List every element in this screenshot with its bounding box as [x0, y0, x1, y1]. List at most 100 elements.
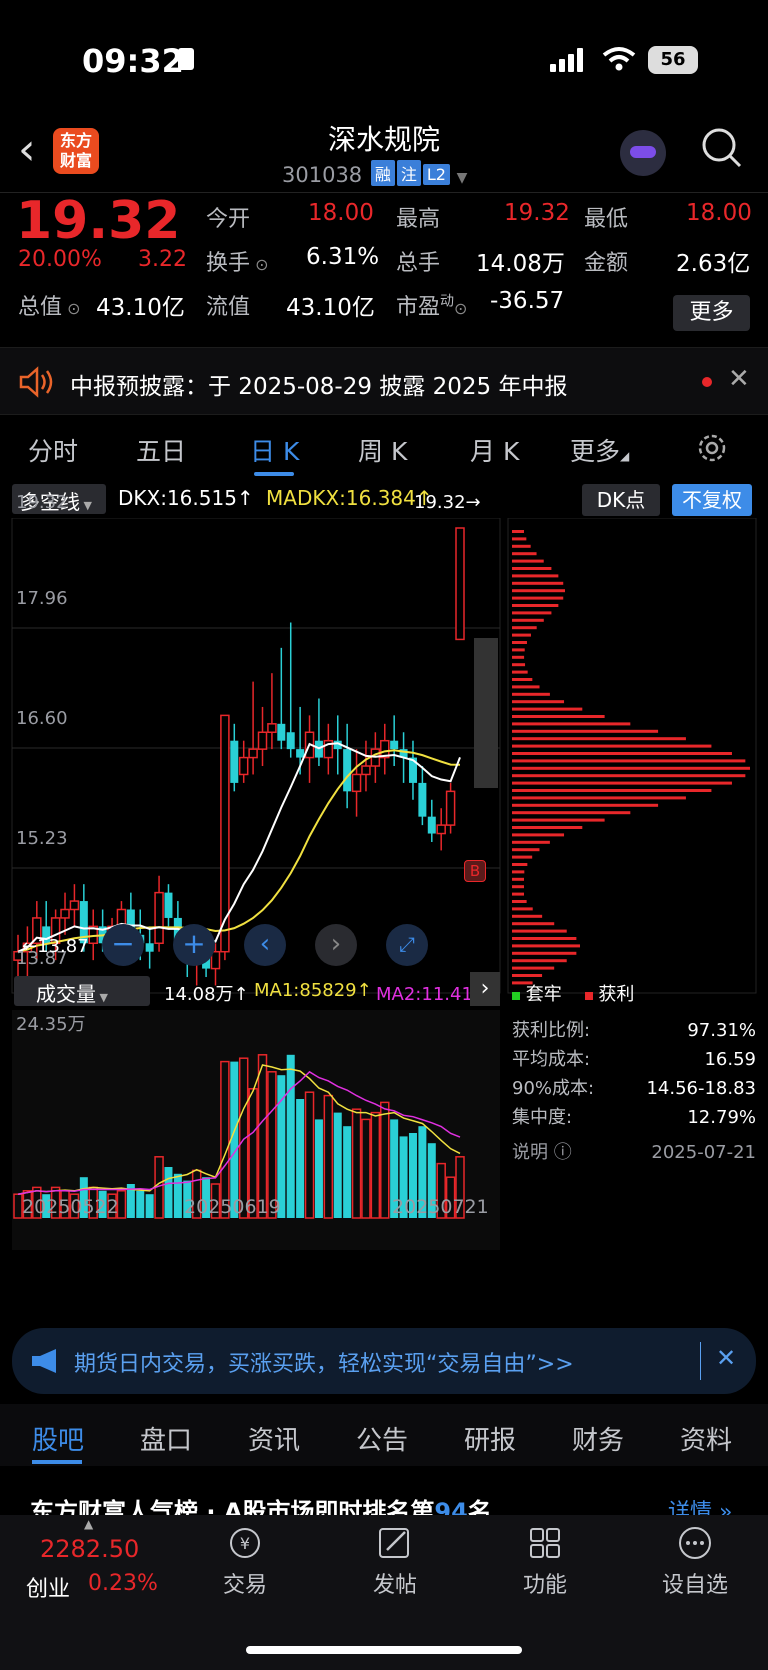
- tab-announcement[interactable]: 公告: [356, 1420, 408, 1457]
- scroll-right-button[interactable]: ›: [315, 924, 357, 966]
- pe-label[interactable]: 市盈动⊙: [396, 289, 467, 321]
- candle-body[interactable]: [361, 765, 371, 776]
- tab-monthly-k[interactable]: 月 K: [470, 432, 519, 468]
- chip-bar: [512, 863, 528, 866]
- candle-body[interactable]: [60, 908, 70, 919]
- zoom-in-button[interactable]: +: [173, 924, 215, 966]
- chip-bar: [512, 596, 564, 600]
- expand-arrow-icon[interactable]: ›: [470, 972, 500, 1006]
- buy-signal-badge[interactable]: B: [464, 860, 486, 882]
- volume-bar: [323, 1094, 334, 1219]
- index-percent[interactable]: 0.23%: [88, 1571, 158, 1596]
- chip-bar: [512, 803, 659, 807]
- robot-assistant-icon[interactable]: [620, 130, 666, 176]
- volume-bar: [333, 1112, 342, 1218]
- candle-body[interactable]: [427, 816, 436, 834]
- candle-body[interactable]: [286, 732, 295, 750]
- more-button[interactable]: 更多: [673, 295, 750, 331]
- candle-body[interactable]: [455, 527, 465, 641]
- adjust-mode-button[interactable]: 不复权: [672, 484, 752, 516]
- nav-add-watchlist[interactable]: 设自选: [650, 1525, 740, 1599]
- nav-features[interactable]: 功能: [500, 1525, 590, 1599]
- zoom-out-button[interactable]: −: [102, 924, 144, 966]
- candle-body[interactable]: [257, 731, 268, 750]
- index-name[interactable]: 创业: [26, 1571, 70, 1603]
- chip-bar: [512, 544, 531, 548]
- axis-label-3: 16.60: [16, 708, 68, 729]
- candle-body[interactable]: [277, 723, 286, 741]
- nav-post[interactable]: 发帖: [350, 1525, 440, 1599]
- tab-news[interactable]: 资讯: [248, 1420, 300, 1457]
- candle-body[interactable]: [154, 891, 164, 945]
- candle-body[interactable]: [351, 773, 362, 793]
- tab-more[interactable]: 更多◢: [570, 432, 629, 468]
- scroll-thumb[interactable]: [474, 638, 498, 788]
- chip-bar: [512, 892, 524, 896]
- search-icon[interactable]: [700, 126, 744, 174]
- candle-body[interactable]: [418, 782, 427, 817]
- close-promo-icon[interactable]: ✕: [716, 1344, 736, 1372]
- tab-weekly-k[interactable]: 周 K: [358, 432, 407, 468]
- chip-bar: [512, 759, 746, 763]
- tab-daily-k[interactable]: 日 K: [250, 432, 299, 468]
- chip-bar: [512, 922, 555, 926]
- tab-profile[interactable]: 资料: [680, 1420, 732, 1457]
- tab-intraday[interactable]: 分时: [28, 432, 78, 468]
- chip-bar: [512, 626, 537, 630]
- candle-body[interactable]: [343, 749, 352, 792]
- settings-gear-icon[interactable]: [694, 430, 730, 470]
- candle-body[interactable]: [390, 740, 399, 750]
- madkx-value: MADKX:16.384↑: [266, 486, 433, 510]
- chip-bar: [512, 796, 686, 800]
- fullscreen-button[interactable]: ⤢: [386, 924, 428, 966]
- close-icon[interactable]: ✕: [728, 364, 750, 394]
- popularity-rank-row[interactable]: 东方财富人气榜 · A股市场即时排名第94名 详情 »: [0, 1484, 768, 1518]
- candle-body[interactable]: [436, 824, 446, 835]
- dk-point-button[interactable]: DK点: [582, 484, 660, 516]
- candle-body[interactable]: [238, 756, 249, 776]
- change-amount: 3.22: [138, 247, 187, 272]
- volume-bar: [304, 1091, 315, 1219]
- turnover-label[interactable]: 换手 ⊙: [206, 245, 269, 277]
- candle-body[interactable]: [445, 790, 456, 826]
- volume-value: 14.08万: [476, 251, 565, 277]
- chip-bar: [512, 877, 524, 881]
- promo-banner[interactable]: 期货日内交易，买涨买跌，轻松实现“交易自由”>> ✕: [12, 1328, 756, 1394]
- tab-orderbook[interactable]: 盘口: [140, 1420, 192, 1457]
- tab-finance[interactable]: 财务: [572, 1420, 624, 1457]
- notice-bar[interactable]: 中报预披露：于 2025-08-29 披露 2025 年中报 ✕: [0, 347, 768, 415]
- candle-body[interactable]: [164, 892, 173, 918]
- high-marker: 19.32→: [414, 492, 481, 513]
- candle-body[interactable]: [145, 943, 154, 952]
- chip-help[interactable]: 说明 ⓘ: [512, 1138, 572, 1167]
- tab-five-day[interactable]: 五日: [136, 432, 186, 468]
- volume-bar: [220, 1060, 230, 1219]
- chart-area: 多空线 ▼ DKX:16.515↑ MADKX:16.384↑ DK点 不复权 …: [0, 480, 768, 1320]
- turnover-value: 6.31%: [306, 244, 380, 270]
- axis-label-2: 17.96: [16, 588, 68, 609]
- candle-body[interactable]: [267, 723, 277, 734]
- home-indicator: [246, 1646, 522, 1654]
- candle-body[interactable]: [69, 900, 80, 911]
- tab-forum[interactable]: 股吧: [32, 1420, 84, 1457]
- volume-indicator-select[interactable]: 成交量 ▼: [14, 976, 150, 1006]
- amount-label: 金额: [584, 251, 629, 276]
- volume-bar: [286, 1054, 295, 1218]
- stock-code[interactable]: 301038 融注 L2 ▼: [282, 160, 467, 187]
- nav-trade[interactable]: ¥ 交易: [200, 1525, 290, 1599]
- market-cap-label[interactable]: 总值 ⊙: [18, 289, 81, 321]
- candle-body[interactable]: [230, 740, 239, 783]
- open-label: 今开: [206, 207, 251, 232]
- chip-bar: [512, 589, 566, 593]
- candle-body[interactable]: [248, 748, 258, 759]
- candle-body[interactable]: [296, 749, 305, 758]
- scroll-left-button[interactable]: ‹: [244, 924, 286, 966]
- low-value: 18.00: [686, 200, 752, 226]
- tab-research[interactable]: 研报: [464, 1420, 516, 1457]
- chip-bar: [512, 840, 550, 844]
- chip-bar: [512, 537, 527, 541]
- volume-ma1: MA1:85829↑: [254, 980, 372, 1001]
- index-value[interactable]: 2282.50: [40, 1535, 139, 1563]
- date-label-start: 20250522: [22, 1196, 119, 1218]
- high-value: 19.32: [504, 200, 570, 226]
